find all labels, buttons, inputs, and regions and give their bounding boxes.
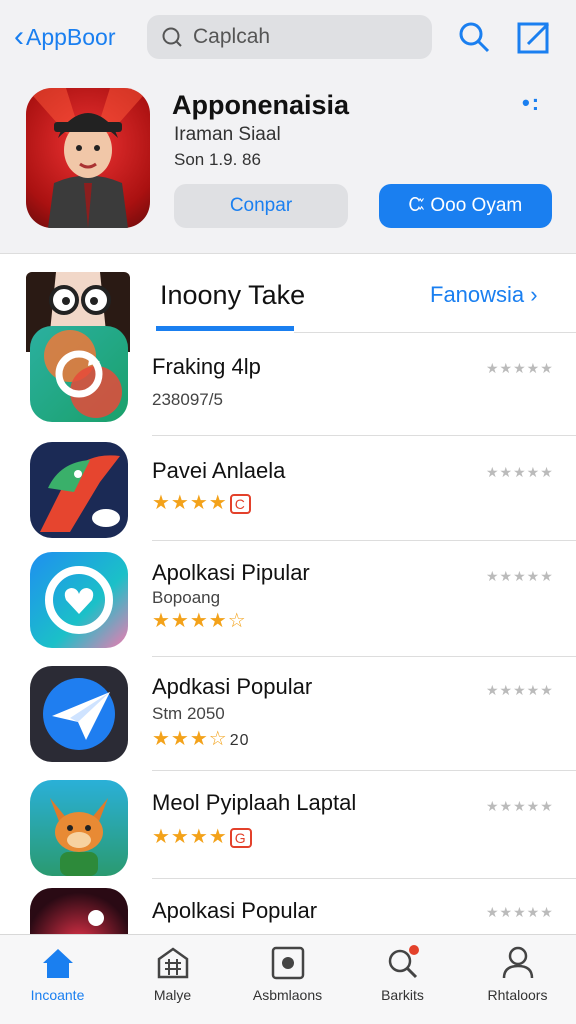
star-rating: ★★★★ G [152,824,252,849]
search-placeholder: Caplcah [193,25,271,48]
tab-search[interactable]: Barkits [345,935,460,1024]
rating-stars: ★★★★★ [486,682,554,698]
list-item[interactable]: Meol Pyiplaah Laptal ★★★★ G ★★★★★ [0,780,576,890]
list-item[interactable]: Apdkasi Popular Stm 2050 ★★★☆ 20 ★★★★★ [0,666,576,776]
compare-button[interactable]: Conpar [174,184,348,228]
app-meta: 238097/5 [152,390,223,409]
section-title: Inoony Take [160,280,306,310]
divider [152,540,576,541]
app-name: Fraking 4lp [152,354,261,379]
portrait-illustration [26,88,150,228]
see-all-label: Fanowsia [430,282,525,307]
tab-label: Malye [153,987,192,1003]
tab-profile[interactable]: Rhtaloors [460,935,575,1024]
chevron-right-icon: › [530,282,538,307]
person-icon [502,946,534,979]
age-badge: C [229,493,251,514]
tab-apps[interactable]: Asbmlaons [230,935,345,1024]
divider [152,878,576,879]
stars: ★★★★ [152,492,228,514]
divider [152,435,576,436]
rating-stars: ★★★★★ [486,568,554,584]
star-rating: ★★★☆ 20 [152,726,250,751]
app-title: Apponenaisia [172,90,350,120]
app-icon-rotate [30,326,128,422]
top-bar: ‹ AppBoor Caplcah [0,0,576,76]
tab-bar: Incoante Malye Asbmlaons Barkits Rhtaloo… [0,934,576,1024]
app-name: Apdkasi Popular [152,674,313,699]
age-badge: G [229,827,252,848]
tab-label: Asbmlaons [252,987,323,1003]
tab-home[interactable]: Incoante [0,935,115,1024]
app-meta: Bopoang [152,588,221,607]
list-item[interactable]: Pavei Anlaela ★★★★ C ★★★★★ [0,440,576,550]
tab-label: Incoante [30,987,85,1003]
apps-icon [271,946,305,980]
rating-stars: ★★★★★ [486,360,554,376]
search-field[interactable]: Caplcah [147,15,432,59]
stars: ★★★☆ [152,728,228,750]
back-button[interactable]: ‹ AppBoor [14,22,116,52]
more-options-icon[interactable]: •: [522,90,541,116]
app-meta: Stm 2050 [152,704,225,723]
get-button[interactable]: Ꮸ Ooo Oyam [379,184,552,228]
divider [152,770,576,771]
app-icon-parrot [30,442,128,538]
list-item[interactable]: Apolkasi Pipular Bopoang ★★★★☆ ★★★★★ [0,552,576,662]
app-icon[interactable] [26,88,150,228]
app-name: Apolkasi Pipular [152,560,310,585]
search-icon [388,945,419,979]
list-item[interactable]: Apolkasi Popular ★★★★★ [0,888,576,934]
app-icon-paperplane [30,666,128,762]
tab-games[interactable]: Malye [115,935,230,1024]
app-header: Apponenaisia Iraman Siaal Son 1.9. 86 •:… [0,76,576,254]
compose-icon[interactable] [516,19,552,55]
rating-count: 20 [229,732,250,749]
app-name: Apolkasi Popular [152,898,318,923]
tab-label: Rhtaloors [487,987,548,1003]
search-icon [162,27,182,47]
app-version: Son 1.9. 86 [174,150,261,169]
stars: ★★★★ [152,826,228,848]
rating-stars: ★★★★★ [486,904,554,920]
back-label: AppBoor [26,23,116,50]
app-developer: Iraman Siaal [174,124,281,145]
app-name: Pavei Anlaela [152,458,286,483]
home-icon [43,949,73,978]
app-icon-music [30,888,128,934]
app-icon-fox [30,780,128,876]
star-rating: ★★★★ C [152,490,251,515]
app-icon-heart [30,552,128,648]
rating-stars: ★★★★★ [486,464,554,480]
chevron-left-icon: ‹ [14,20,24,53]
app-name: Meol Pyiplaah Laptal [152,790,357,815]
grid-icon [157,947,189,979]
tab-label: Barkits [381,987,424,1003]
divider [152,656,576,657]
star-rating: ★★★★☆ [152,610,247,632]
list-item[interactable]: Fraking 4lp 238097/5 ★★★★★ [0,322,576,436]
search-icon[interactable] [456,19,492,55]
see-all-link[interactable]: Fanowsia › [430,282,538,308]
rating-stars: ★★★★★ [486,798,554,814]
